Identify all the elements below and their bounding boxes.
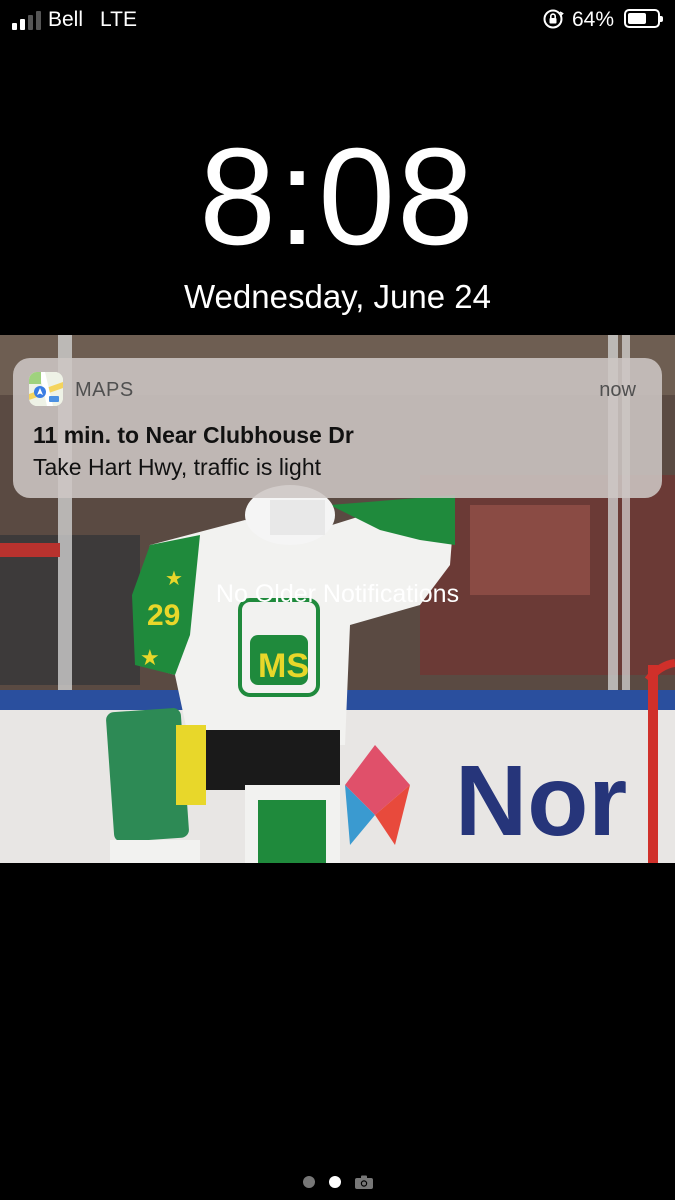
battery-icon: [624, 9, 663, 28]
camera-icon[interactable]: [354, 1175, 373, 1189]
svg-text:★: ★: [140, 645, 160, 670]
lock-screen-time: 8:08: [199, 120, 476, 274]
notification-time: now: [599, 379, 636, 401]
notification-body: Take Hart Hwy, traffic is light: [33, 454, 322, 480]
signal-strength-icon: [12, 11, 41, 30]
network-type: LTE: [100, 8, 137, 31]
notification-app-name: MAPS: [75, 379, 134, 401]
battery-percentage: 64%: [572, 8, 615, 31]
notification-card[interactable]: MAPS now 11 min. to Near Clubhouse Dr Ta…: [13, 358, 662, 498]
maps-icon: [29, 372, 63, 406]
svg-text:MS: MS: [258, 647, 309, 685]
notification-title: 11 min. to Near Clubhouse Dr: [33, 422, 354, 448]
orientation-lock-icon: [543, 9, 564, 29]
no-older-notifications-label: No Older Notifications: [215, 580, 460, 608]
svg-text:Nor: Nor: [455, 745, 627, 857]
page-indicator[interactable]: [0, 1175, 675, 1189]
carrier-name: Bell: [48, 8, 84, 31]
page-dot[interactable]: [302, 1176, 315, 1188]
status-bar: Bell LTE 64%: [0, 0, 675, 40]
page-dot-active[interactable]: [328, 1176, 341, 1188]
lock-screen-date: Wednesday, June 24: [184, 278, 491, 315]
